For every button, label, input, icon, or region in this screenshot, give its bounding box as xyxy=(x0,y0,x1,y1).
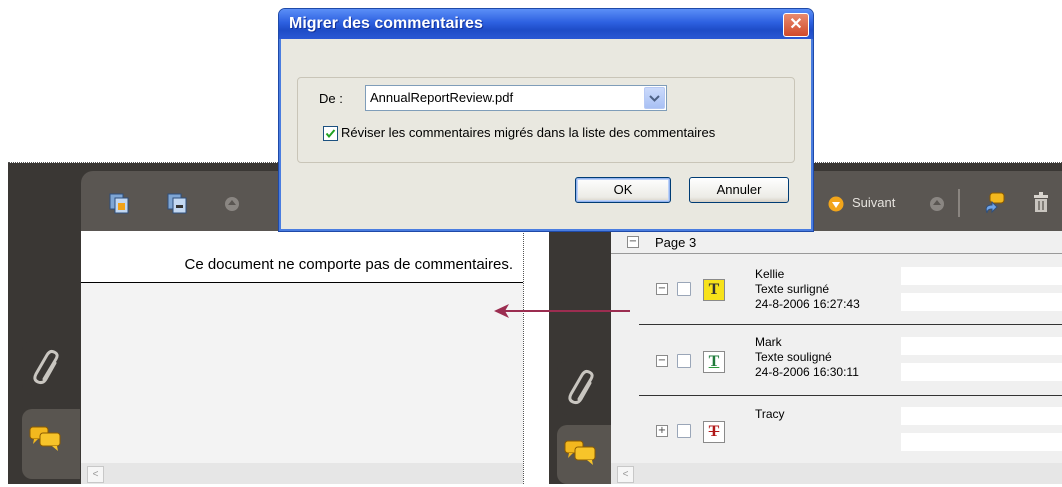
export-comments-icon[interactable] xyxy=(167,193,189,215)
migration-arrow xyxy=(504,310,630,312)
paperclip-icon xyxy=(568,369,594,405)
row-divider xyxy=(639,324,1062,325)
source-file-select[interactable]: AnnualReportReview.pdf xyxy=(365,85,667,111)
review-checkbox-label[interactable]: Réviser les commentaires migrés dans la … xyxy=(341,125,715,140)
trash-icon[interactable] xyxy=(1031,191,1053,215)
row-divider xyxy=(639,395,1062,396)
empty-message: Ce document ne comporte pas de commentai… xyxy=(184,256,514,273)
disabled-prev-icon xyxy=(930,197,944,211)
comment-bubbles-icon xyxy=(564,440,596,465)
comment-row-mark[interactable]: − T Mark Texte souligné 24-8-2006 16:30:… xyxy=(611,327,1062,399)
comment-bubbles-icon xyxy=(29,426,61,451)
underline-text-icon: T xyxy=(703,351,725,373)
comment-text-field[interactable] xyxy=(901,267,1062,285)
comment-author: Kellie xyxy=(755,267,785,281)
from-label: De : xyxy=(319,91,343,106)
comment-text-field[interactable] xyxy=(901,363,1062,381)
dialog-title: Migrer des commentaires xyxy=(289,15,483,32)
horizontal-scrollbar[interactable]: < xyxy=(81,463,523,484)
review-checkbox[interactable] xyxy=(323,126,338,141)
left-comments-list[interactable]: Ce document ne comporte pas de commentai… xyxy=(81,231,523,484)
migrate-comments-dialog: Migrer des commentaires ✕ De : AnnualRep… xyxy=(278,8,814,232)
comment-author: Tracy xyxy=(755,407,785,421)
page-label: Page 3 xyxy=(655,235,697,250)
collapse-toggle[interactable]: − xyxy=(656,355,668,367)
attachments-tab[interactable] xyxy=(22,341,80,395)
scroll-left-button[interactable]: < xyxy=(87,466,104,483)
checkmark-icon xyxy=(325,129,336,139)
comment-date: 24-8-2006 16:27:43 xyxy=(755,297,860,311)
comment-text-field[interactable] xyxy=(901,433,1062,451)
scroll-left-button[interactable]: < xyxy=(617,466,634,483)
strikethrough-text-icon: T xyxy=(703,421,725,443)
comment-row-tracy[interactable]: + T Tracy xyxy=(611,399,1062,461)
comment-type: Texte souligné xyxy=(755,350,832,364)
attachments-tab-right[interactable] xyxy=(557,361,615,415)
comment-text-field[interactable] xyxy=(901,293,1062,311)
comment-author: Mark xyxy=(755,335,782,349)
divider xyxy=(81,282,523,283)
close-icon[interactable]: ✕ xyxy=(783,13,809,37)
ok-button[interactable]: OK xyxy=(575,177,671,203)
message-row: Ce document ne comporte pas de commentai… xyxy=(81,231,523,283)
comment-text-field[interactable] xyxy=(901,407,1062,425)
toolbar-separator xyxy=(958,189,960,217)
comment-row-kellie[interactable]: − T Kellie Texte surligné 24-8-2006 16:2… xyxy=(611,255,1062,327)
expand-toggle[interactable]: + xyxy=(656,425,668,437)
collapse-toggle[interactable]: − xyxy=(656,283,668,295)
disabled-nav-icon xyxy=(225,197,239,211)
comments-tab[interactable] xyxy=(22,409,80,479)
chevron-down-icon[interactable] xyxy=(644,87,665,109)
cancel-button[interactable]: Annuler xyxy=(689,177,789,203)
horizontal-scrollbar-right[interactable]: < xyxy=(611,463,1062,484)
comments-tab-right[interactable] xyxy=(557,425,615,484)
paperclip-icon xyxy=(33,349,59,385)
comment-date: 24-8-2006 16:30:11 xyxy=(755,365,859,379)
page-collapse-toggle[interactable]: − xyxy=(627,236,639,248)
comment-checkbox[interactable] xyxy=(677,424,691,438)
dialog-titlebar[interactable]: Migrer des commentaires ✕ xyxy=(279,9,813,39)
arrow-head-icon xyxy=(494,304,509,318)
right-comments-list[interactable]: − Page 3 − T Kellie Texte surligné 24-8-… xyxy=(611,231,1062,484)
next-button-label[interactable]: Suivant xyxy=(852,195,895,210)
import-comments-icon[interactable] xyxy=(109,193,131,215)
source-file-value: AnnualReportReview.pdf xyxy=(370,90,514,105)
comment-checkbox[interactable] xyxy=(677,282,691,296)
highlight-text-icon: T xyxy=(703,279,725,301)
reply-icon[interactable] xyxy=(981,191,1007,217)
comment-type: Texte surligné xyxy=(755,282,830,296)
next-arrow-icon[interactable] xyxy=(828,196,844,212)
page-divider xyxy=(611,253,1062,254)
comment-text-field[interactable] xyxy=(901,337,1062,355)
comment-checkbox[interactable] xyxy=(677,354,691,368)
